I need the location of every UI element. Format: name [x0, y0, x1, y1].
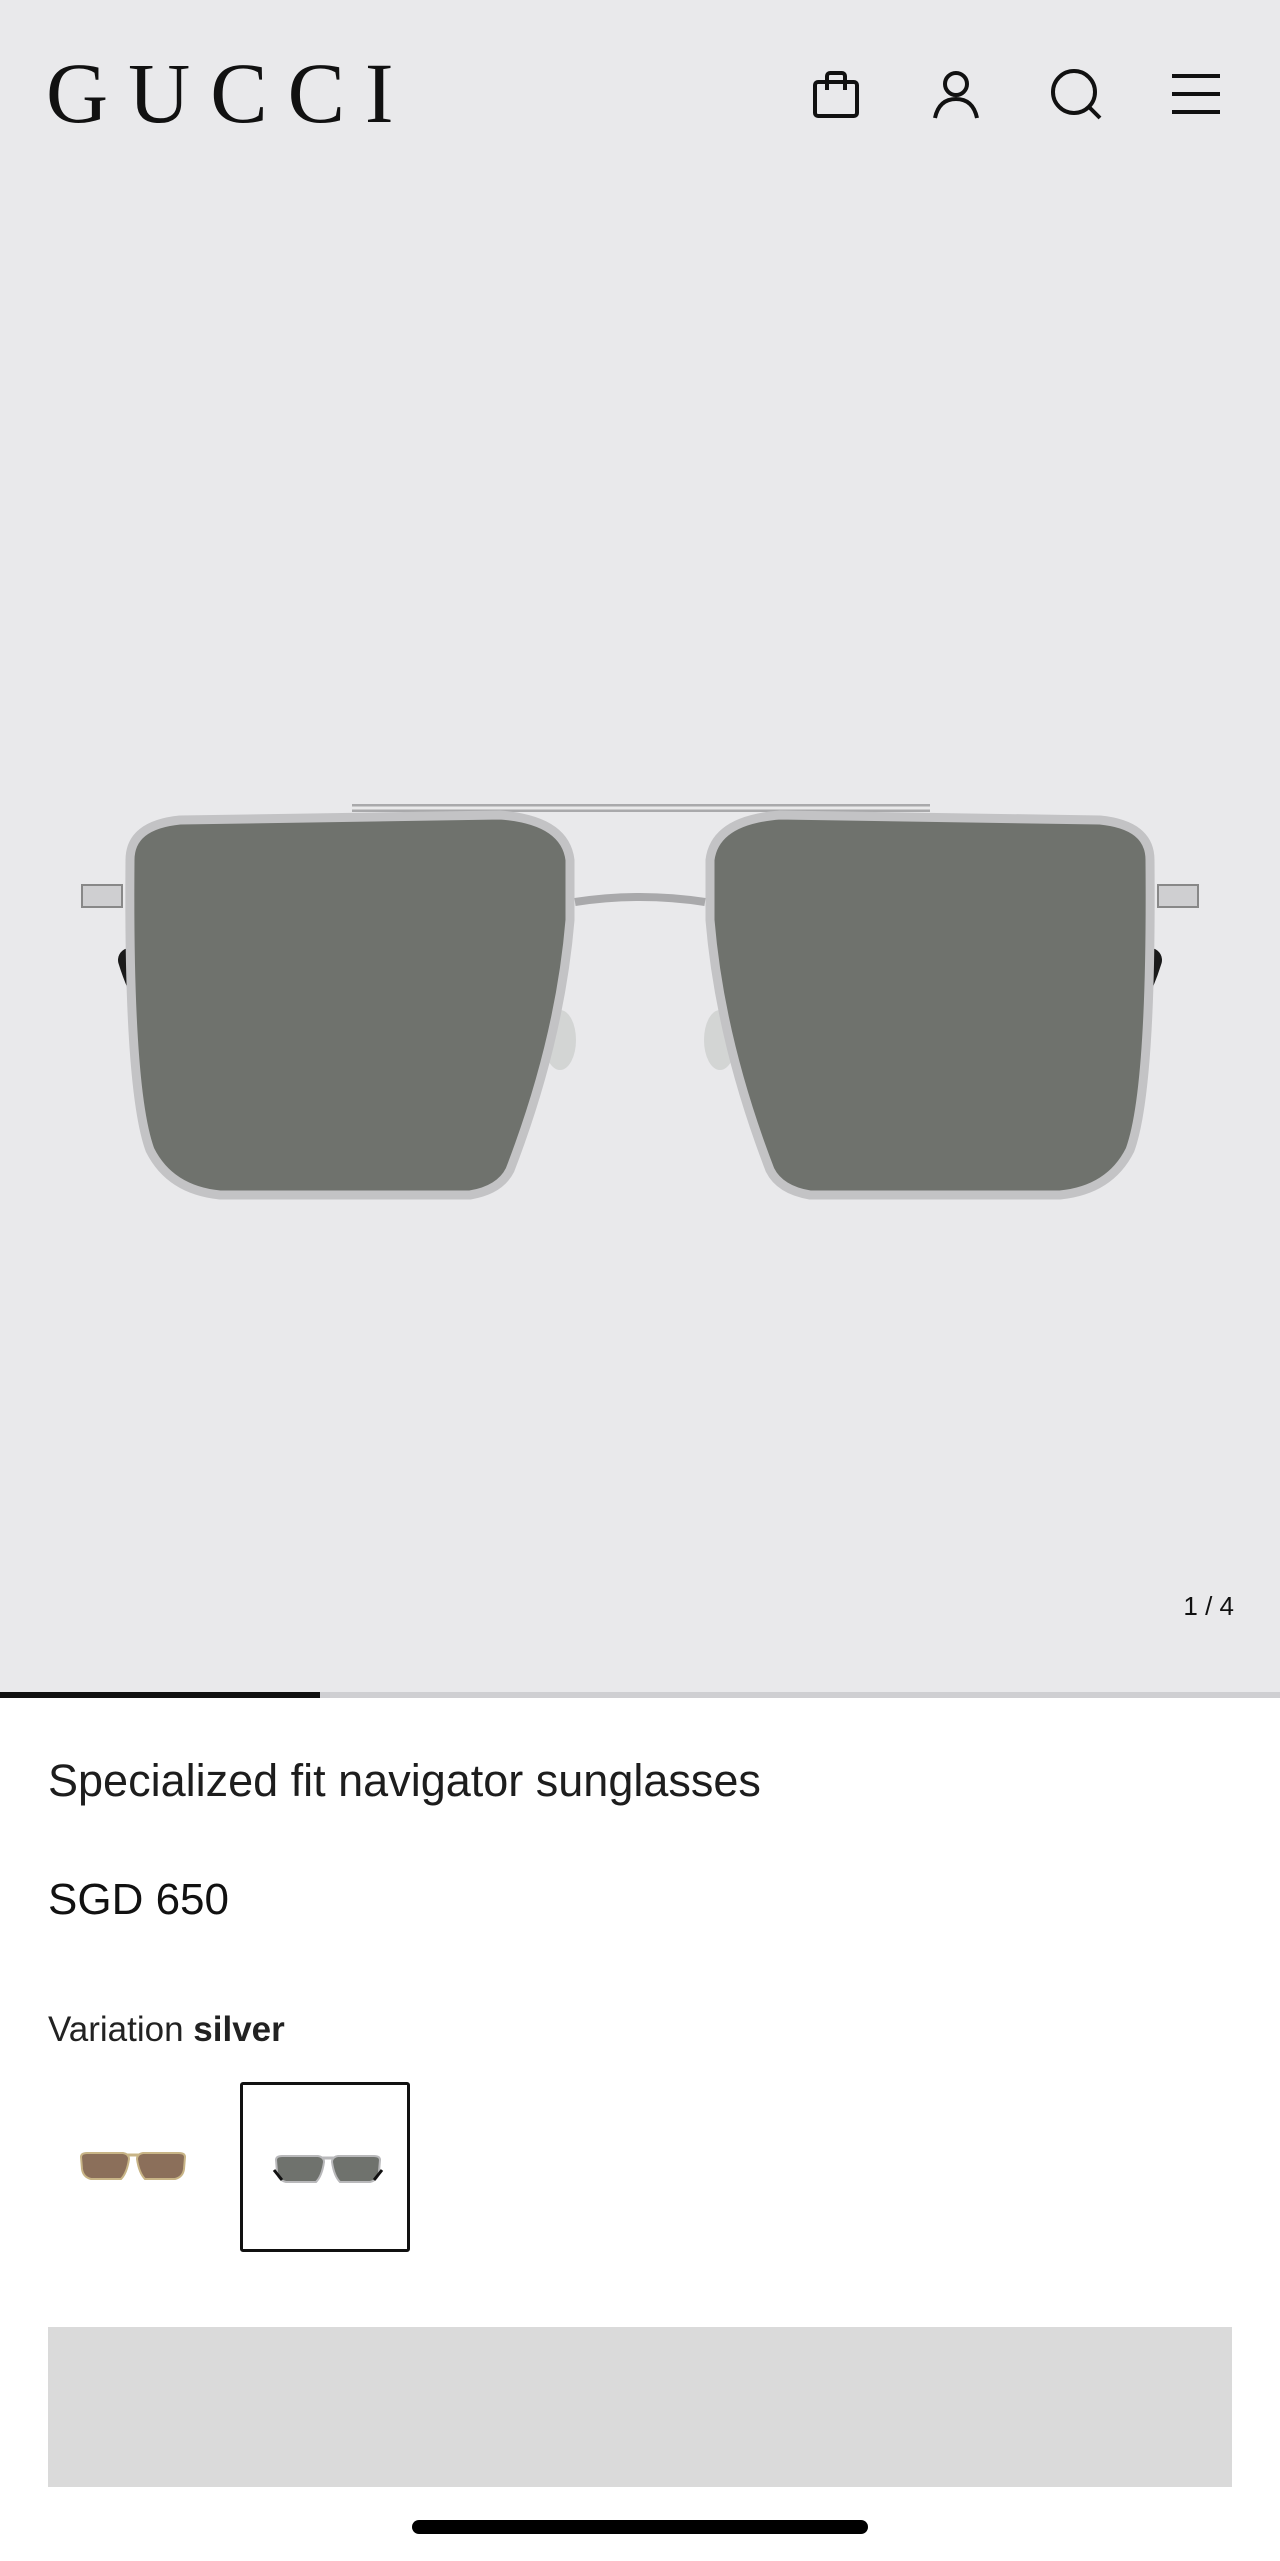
product-title: Specialized fit navigator sunglasses — [48, 1755, 761, 1806]
gucci-logo[interactable]: GUCCI — [46, 50, 414, 136]
shopping-bag-icon[interactable] — [808, 66, 864, 122]
variation-swatch-silver[interactable] — [240, 2082, 410, 2252]
variation-selected-value: silver — [193, 2010, 285, 2049]
gallery-progress-bar — [0, 1692, 1280, 1698]
sunglasses-thumbnail — [79, 2152, 187, 2180]
sunglasses-product-image — [81, 804, 1199, 1200]
image-counter: 1 / 4 — [1183, 1591, 1234, 1621]
variation-swatch-gold-brown[interactable] — [48, 2082, 218, 2252]
account-icon[interactable] — [928, 66, 984, 122]
product-price: SGD 650 — [48, 1875, 229, 1924]
search-icon[interactable] — [1048, 66, 1104, 122]
gallery-progress-fill — [0, 1692, 320, 1698]
home-indicator[interactable] — [412, 2520, 868, 2534]
add-to-bag-button[interactable] — [48, 2327, 1232, 2487]
product-image-gallery[interactable]: 1 / 4 — [0, 200, 1280, 1692]
sunglasses-thumbnail — [272, 2155, 384, 2183]
menu-icon[interactable] — [1168, 66, 1224, 122]
variation-label-text: Variation — [48, 2010, 184, 2049]
variation-label: Variation silver — [48, 2010, 285, 2050]
header: GUCCI — [0, 0, 1280, 200]
